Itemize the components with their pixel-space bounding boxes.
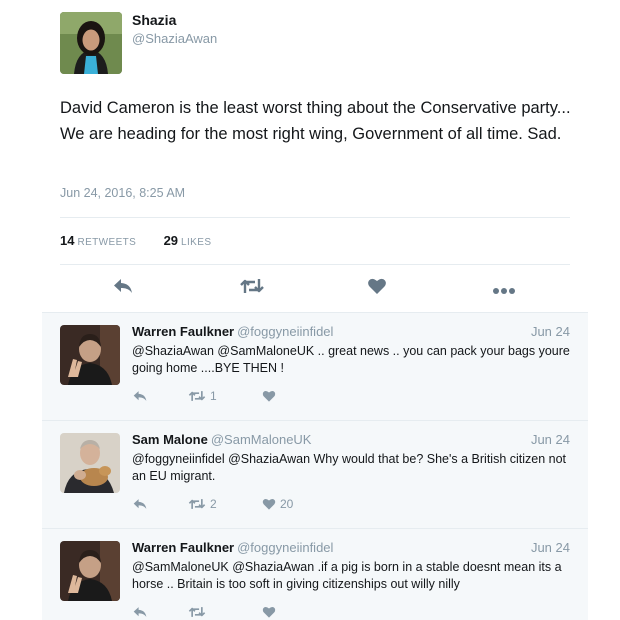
retweet-button[interactable] — [188, 605, 210, 619]
divider — [60, 217, 570, 218]
reply-timestamp[interactable]: Jun 24 — [531, 432, 570, 447]
reply-header: Sam Malone @SamMaloneUK — [132, 432, 311, 447]
reply-header: Warren Faulkner @foggyneiinfidel — [132, 324, 333, 339]
reply-like-count: 20 — [280, 497, 294, 511]
reply-item[interactable]: Sam Malone @SamMaloneUK Jun 24 @foggyneii… — [42, 420, 588, 529]
tweet-timestamp[interactable]: Jun 24, 2016, 8:25 AM — [60, 186, 185, 200]
tweet-text: David Cameron is the least worst thing a… — [60, 99, 571, 143]
reply-text: @SamMaloneUK @ShaziaAwan .if a pig is bo… — [132, 560, 562, 591]
retweet-button[interactable]: 1 — [188, 389, 217, 403]
reply-icon[interactable] — [132, 497, 148, 511]
reply-text: @ShaziaAwan @SamMaloneUK .. great news .… — [132, 344, 570, 375]
retweet-icon[interactable] — [239, 276, 265, 301]
reply-author-name[interactable]: Warren Faulkner — [132, 324, 234, 339]
author-name[interactable]: Shazia — [132, 12, 176, 28]
reply-list: Warren Faulkner @foggyneiinfidel Jun 24 @… — [42, 312, 588, 620]
avatar[interactable] — [60, 433, 120, 493]
reply-timestamp[interactable]: Jun 24 — [531, 540, 570, 555]
like-count[interactable]: 29 LIKES — [164, 233, 212, 248]
reply-author-handle[interactable]: @foggyneiinfidel — [237, 324, 333, 339]
like-icon — [262, 499, 276, 510]
reply-icon[interactable] — [112, 276, 134, 301]
reply-author-name[interactable]: Warren Faulkner — [132, 540, 234, 555]
more-icon[interactable] — [492, 282, 516, 300]
reply-icon[interactable] — [132, 389, 148, 403]
avatar[interactable] — [60, 541, 120, 601]
reply-item[interactable]: Warren Faulkner @foggyneiinfidel Jun 24 @… — [42, 528, 588, 620]
like-button[interactable] — [262, 605, 280, 619]
reply-actions: 1 — [132, 389, 432, 407]
divider — [60, 264, 570, 265]
tweet-card: Shazia @ShaziaAwan David Cameron is the … — [42, 0, 588, 620]
like-button[interactable]: 20 — [262, 497, 293, 511]
reply-item[interactable]: Warren Faulkner @foggyneiinfidel Jun 24 @… — [42, 312, 588, 421]
reply-header: Warren Faulkner @foggyneiinfidel — [132, 540, 333, 555]
engagement-stats: 14 RETWEETS 29 LIKES — [60, 233, 235, 248]
reply-timestamp[interactable]: Jun 24 — [531, 324, 570, 339]
author-handle[interactable]: @ShaziaAwan — [132, 31, 217, 46]
retweet-count[interactable]: 14 RETWEETS — [60, 233, 136, 248]
reply-retweet-count: 2 — [210, 497, 217, 511]
like-icon[interactable] — [367, 276, 387, 301]
reply-author-name[interactable]: Sam Malone — [132, 432, 208, 447]
avatar[interactable] — [60, 325, 120, 385]
retweet-icon — [188, 607, 206, 617]
like-icon — [262, 391, 276, 402]
reply-author-handle[interactable]: @SamMaloneUK — [211, 432, 312, 447]
reply-actions: 2 20 — [132, 497, 432, 515]
like-icon — [262, 607, 276, 618]
tweet-actions — [42, 276, 588, 300]
retweet-icon — [188, 499, 206, 509]
reply-author-handle[interactable]: @foggyneiinfidel — [237, 540, 333, 555]
like-button[interactable] — [262, 389, 280, 403]
retweet-button[interactable]: 2 — [188, 497, 217, 511]
reply-text: @foggyneiinfidel @ShaziaAwan Why would t… — [132, 452, 567, 483]
avatar[interactable] — [60, 12, 122, 74]
reply-icon[interactable] — [132, 605, 148, 619]
reply-retweet-count: 1 — [210, 389, 217, 403]
retweet-icon — [188, 391, 206, 401]
reply-actions — [132, 605, 432, 620]
